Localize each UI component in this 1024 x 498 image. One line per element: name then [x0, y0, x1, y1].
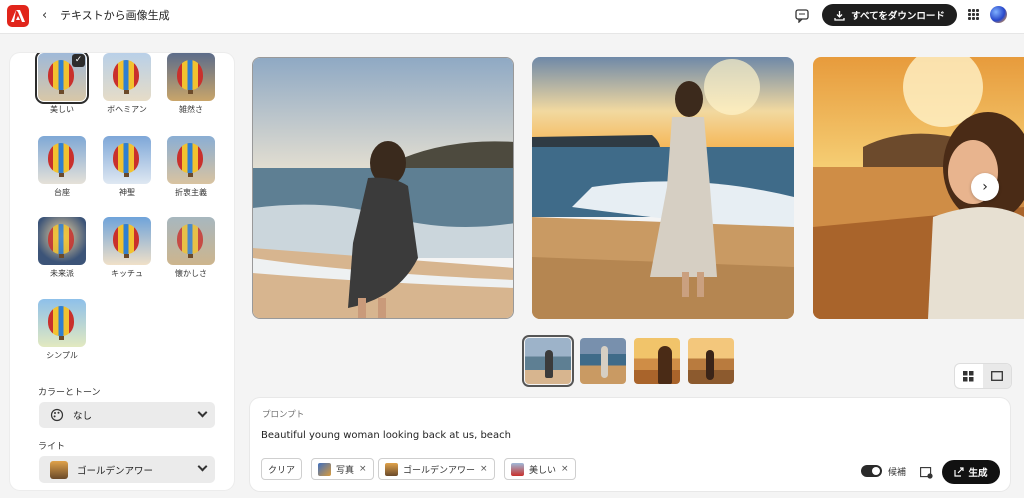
generate-button[interactable]: 生成 — [942, 460, 1000, 484]
style-item-sacred[interactable]: 神聖 — [103, 136, 151, 198]
style-item-pedestal[interactable]: 台座 — [38, 136, 86, 198]
chip-beautiful[interactable]: 美しい × — [504, 458, 576, 480]
prompt-panel: プロンプト Beautiful young woman looking back… — [250, 398, 1010, 491]
feedback-icon[interactable] — [795, 8, 811, 24]
style-label: 台座 — [54, 188, 70, 197]
suggestions-toggle[interactable] — [861, 465, 882, 477]
apps-grid-icon[interactable] — [968, 9, 979, 20]
download-icon — [834, 10, 845, 21]
style-item-eclectic[interactable]: 折衷主義 — [167, 136, 215, 198]
style-label: 美しい — [50, 105, 74, 114]
chip-thumbnail-icon — [511, 462, 524, 476]
color-tone-dropdown[interactable]: なし — [39, 402, 215, 428]
style-item-nostalgia[interactable]: 懐かしさ — [167, 217, 215, 279]
generate-icon — [954, 467, 965, 477]
single-view-button[interactable] — [983, 364, 1011, 388]
style-label: ボヘミアン — [107, 105, 147, 114]
suggestions-label: 候補 — [888, 468, 907, 478]
close-icon[interactable]: × — [359, 464, 367, 474]
clear-label: クリア — [268, 465, 296, 476]
chip-label: 写真 — [336, 465, 355, 476]
style-item-simple[interactable]: シンプル — [38, 299, 86, 361]
chip-golden-hour[interactable]: ゴールデンアワー × — [378, 458, 495, 480]
light-thumbnail-icon — [50, 460, 68, 479]
style-item-bohemian[interactable]: ボヘミアン — [103, 53, 151, 115]
light-dropdown[interactable]: ゴールデンアワー — [39, 456, 215, 483]
thumbnail-3[interactable] — [634, 338, 680, 384]
style-item-kitsch[interactable]: キッチュ — [103, 217, 151, 279]
prompt-label: プロンプト — [262, 410, 305, 420]
thumbnail-1[interactable] — [522, 335, 574, 387]
image-reference-icon[interactable] — [920, 464, 933, 479]
chip-label: ゴールデンアワー — [403, 465, 476, 476]
palette-icon — [50, 408, 64, 422]
check-icon: ✓ — [72, 54, 85, 67]
chevron-down-icon — [197, 407, 208, 418]
single-view-icon — [991, 371, 1003, 381]
download-all-button[interactable]: すべてをダウンロード — [822, 4, 957, 26]
style-item-clutter[interactable]: 雑然さ — [167, 53, 215, 115]
next-image-button[interactable]: › — [971, 173, 999, 201]
grid-view-button[interactable] — [955, 364, 982, 388]
style-thumbnail: ✓ — [35, 53, 89, 104]
page-title: テキストから画像生成 — [60, 9, 170, 22]
back-icon[interactable]: ‹ — [42, 8, 47, 24]
generated-image-2[interactable] — [532, 57, 794, 319]
view-toggle — [955, 364, 1011, 388]
top-bar: ‹ テキストから画像生成 すべてをダウンロード — [0, 0, 1024, 34]
style-label: 折衷主義 — [175, 188, 207, 197]
chip-label: 美しい — [529, 465, 557, 476]
style-label: 神聖 — [119, 188, 135, 197]
avatar[interactable] — [990, 6, 1007, 23]
light-value: ゴールデンアワー — [77, 465, 154, 477]
color-tone-heading: カラーとトーン — [38, 388, 101, 398]
adobe-logo-icon[interactable] — [7, 5, 29, 27]
chip-photo[interactable]: 写真 × — [311, 458, 374, 480]
chip-thumbnail-icon — [318, 462, 331, 476]
clear-button[interactable]: クリア — [261, 458, 303, 480]
style-item-beautiful[interactable]: ✓ 美しい — [35, 53, 89, 115]
generate-label: 生成 — [968, 468, 988, 479]
grid-icon — [963, 370, 974, 381]
style-item-futuristic[interactable]: 未来派 — [38, 217, 86, 279]
style-label: 未来派 — [50, 269, 74, 278]
light-heading: ライト — [38, 442, 66, 452]
style-label: 懐かしさ — [175, 269, 207, 278]
close-icon[interactable]: × — [561, 464, 569, 474]
style-label: シンプル — [46, 351, 78, 360]
download-all-label: すべてをダウンロード — [851, 11, 945, 22]
chip-thumbnail-icon — [385, 462, 398, 476]
color-tone-value: なし — [73, 411, 93, 422]
chevron-down-icon — [197, 461, 208, 472]
chevron-right-icon: › — [982, 179, 988, 195]
style-panel: ✓ 美しい ボヘミアン 雑然さ 台座 神聖 折衷主義 未来派 キッチュ 懐かしさ… — [10, 53, 234, 490]
style-label: 雑然さ — [179, 105, 203, 114]
style-label: キッチュ — [111, 269, 143, 278]
close-icon[interactable]: × — [480, 464, 488, 474]
generated-image-1[interactable] — [252, 57, 514, 319]
thumbnail-2[interactable] — [580, 338, 626, 384]
prompt-input[interactable]: Beautiful young woman looking back at us… — [261, 430, 511, 441]
thumbnail-4[interactable] — [688, 338, 734, 384]
